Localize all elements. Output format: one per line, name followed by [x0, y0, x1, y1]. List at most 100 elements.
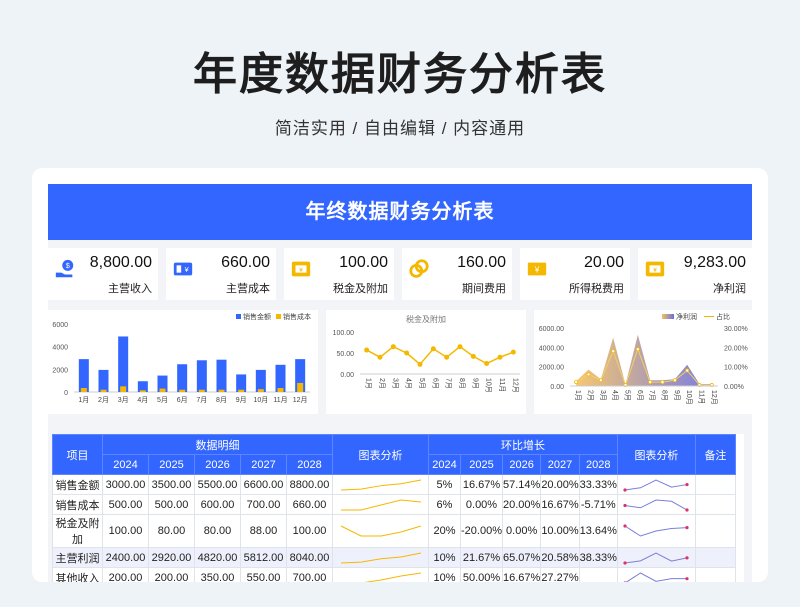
year-header: 2026 [194, 454, 241, 475]
sparkline-cell [332, 474, 429, 495]
legend-label: 销售成本 [283, 312, 311, 321]
value-cell: 80.00 [194, 514, 241, 548]
row-label: 税金及附加 [52, 514, 103, 548]
legend-swatch-cost [276, 314, 281, 319]
x-tick-label: 6月 [431, 378, 439, 389]
growth-cell: 20.00% [501, 494, 542, 515]
ratio-point [635, 347, 640, 352]
tax-point [444, 354, 450, 360]
kpi-card-income-tax: ¥ 20.00 所得税费用 [520, 248, 630, 300]
x-tick-label: 2月 [378, 378, 386, 389]
x-tick-label: 7月 [196, 396, 207, 404]
ratio-point [648, 380, 653, 385]
year-header: 2024 [102, 454, 149, 475]
x-tick-label: 12月 [511, 378, 519, 393]
legend-label: 销售金额 [243, 312, 271, 321]
tax-point [364, 347, 370, 353]
tax-line-chart: 税金及附加 100.00 50.00 0.00 1月 2月 3月 4月 5月 6月 7月 8月 9月 10… [333, 314, 520, 393]
growth-cell: 10% [428, 547, 461, 568]
row-label: 销售金额 [52, 474, 103, 495]
value-cell: 700.00 [240, 494, 287, 515]
bar-cost [100, 389, 107, 392]
note-cell [694, 474, 736, 495]
svg-text:¥: ¥ [299, 267, 303, 274]
tax-line-chart-panel: 税金及附加 100.00 50.00 0.00 1月 2月 3月 4月 5月 6月 7月 8月 9月 10… [326, 310, 526, 414]
legend-label: 净利润 [676, 312, 697, 321]
growth-year-header: 2028 [578, 454, 618, 475]
growth-year-header: 2025 [460, 454, 503, 475]
sparkline-start-dot [623, 560, 628, 565]
y2-tick-label: 20.00% [724, 345, 748, 352]
bar-cost [218, 389, 225, 392]
growth-cell: 27.27% [540, 567, 580, 582]
sparkline-start-dot [623, 503, 628, 507]
x-tick-label: 11月 [698, 390, 706, 404]
kpi-label: 净利润 [713, 283, 746, 295]
note-cell [694, 567, 736, 582]
kpi-value: 100.00 [339, 254, 388, 271]
note-cell [694, 494, 736, 515]
sales-bar-chart-panel: 6000 4000 2000 0 1月 2月 3月 4月 5月 6月 7月 8月 9月 10月 11月 12月… [48, 310, 318, 414]
kpi-value: 660.00 [221, 254, 270, 271]
x-tick-label: 8月 [216, 396, 227, 404]
sparkline-line [340, 525, 421, 537]
sparkline-end-dot [685, 482, 690, 486]
x-tick-label: 11月 [273, 396, 287, 404]
table-row: 其他收入 200.00 200.00 350.00 550.00 700.00 10% 50.… [52, 567, 736, 582]
ticket-yen-icon: ¥ [173, 262, 193, 276]
ratio-point [586, 372, 591, 377]
y-tick-label: 0.00 [550, 384, 564, 391]
y-tick-label: 4000 [52, 345, 68, 352]
year-header: 2027 [240, 454, 287, 475]
x-tick-label: 6月 [177, 396, 188, 404]
bar-cost [257, 389, 264, 392]
x-tick-label: 4月 [611, 390, 619, 401]
row-label: 其他收入 [52, 567, 103, 582]
tax-point [510, 349, 516, 355]
x-tick-label: 10月 [485, 378, 493, 393]
page-subtitle: 简洁实用 / 自由编辑 / 内容通用 [274, 119, 526, 138]
bar-cost [120, 386, 127, 392]
sparkline-end-dot [685, 525, 690, 530]
sparkline [623, 524, 690, 537]
note-cell [694, 547, 736, 568]
x-tick-label: 4月 [137, 396, 148, 404]
kpi-value: 160.00 [457, 254, 506, 271]
table-row: 销售成本 500.00 500.00 600.00 700.00 660.00 6% 0.00… [52, 494, 736, 515]
sparkline-line [340, 552, 421, 563]
bar-sales [177, 364, 188, 392]
sparkline-start-dot [623, 524, 628, 528]
row-label: 主营利润 [52, 547, 103, 568]
x-tick-label: 2月 [98, 396, 109, 404]
growth-cell: -5.71% [578, 494, 618, 515]
kpi-card-revenue: $ 8,800.00 主营收入 [48, 248, 158, 300]
value-cell: 2920.00 [148, 547, 195, 568]
svg-text:¥: ¥ [534, 266, 540, 275]
year-header: 2028 [286, 454, 333, 475]
sparkline-start-dot [623, 487, 628, 492]
report-body: 年终数据财务分析表 $ 8,800.00 主营收入 ¥ 660.00 主营成本 … [48, 184, 752, 582]
tax-point [484, 361, 490, 366]
tax-point [404, 350, 410, 356]
growth-cell: 16.67% [540, 494, 580, 515]
growth-cell: 10.00% [540, 514, 580, 548]
legend-swatch-sales [236, 314, 241, 319]
x-tick-label: 3月 [118, 396, 129, 404]
value-cell: 3500.00 [148, 474, 195, 495]
bar-cost [277, 388, 284, 392]
kpi-card-net-profit: ¥ 9,283.00 净利润 [638, 248, 752, 300]
x-tick-label: 1月 [78, 396, 89, 404]
value-cell: 500.00 [102, 494, 149, 515]
value-cell: 80.00 [148, 514, 195, 548]
sparkline [623, 498, 690, 512]
tax-point [390, 344, 396, 350]
bar-sales [236, 374, 247, 392]
growth-cell: -20.00% [460, 514, 503, 548]
growth-cell: 33.33% [578, 474, 618, 495]
tax-point [377, 354, 383, 360]
note-cell [694, 514, 736, 548]
kpi-label: 税金及附加 [333, 283, 388, 295]
value-cell: 350.00 [194, 567, 241, 582]
bar-cost [139, 390, 146, 392]
x-tick-label: 1月 [365, 378, 373, 389]
